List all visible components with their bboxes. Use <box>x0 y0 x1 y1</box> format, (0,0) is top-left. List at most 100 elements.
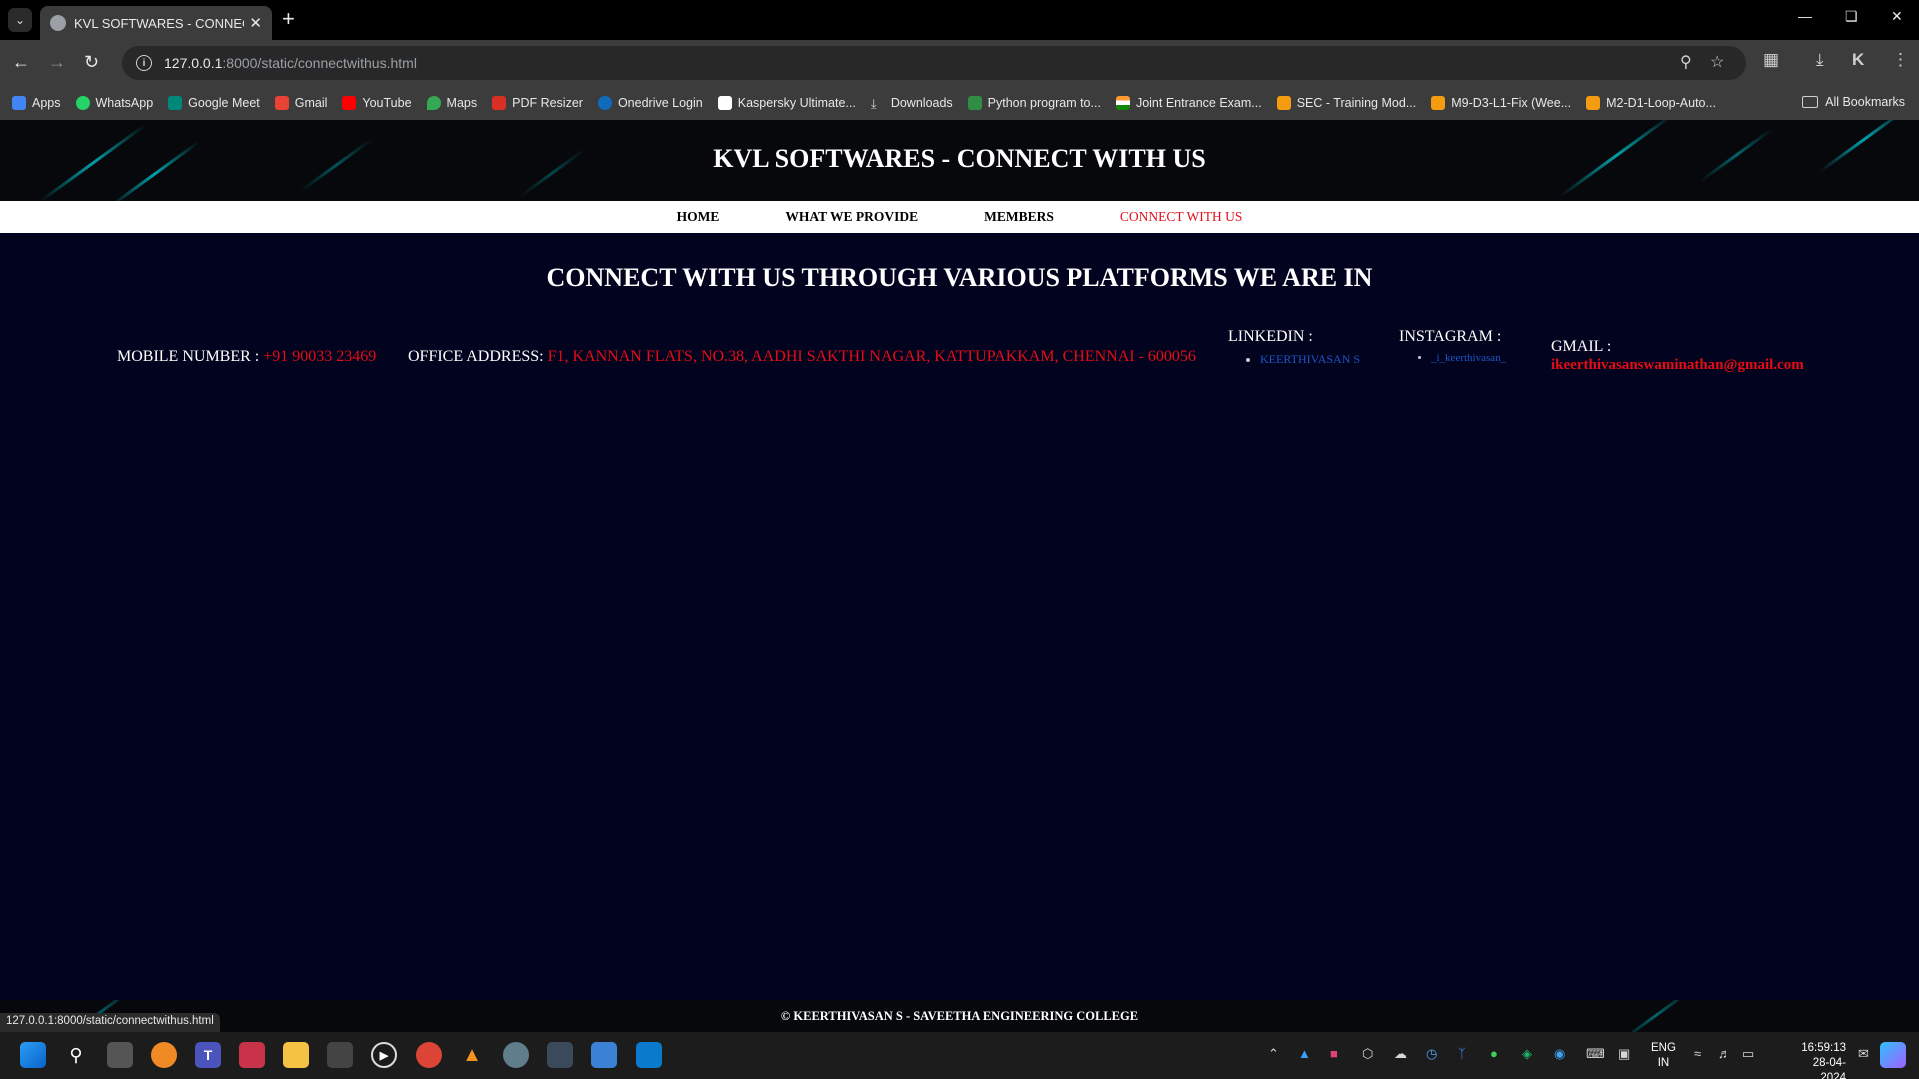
keyboard-icon[interactable]: ⌨ <box>1586 1046 1605 1062</box>
language-indicator[interactable]: ENG IN <box>1651 1041 1676 1071</box>
meet-icon <box>168 96 183 110</box>
profile-icon[interactable]: K <box>1852 50 1864 70</box>
bookmark-apps[interactable]: Apps <box>12 96 61 110</box>
bookmark-kaspersky[interactable]: Kaspersky Ultimate... <box>717 96 856 110</box>
bookmark-google-meet[interactable]: Google Meet <box>168 96 260 110</box>
gmail-icon <box>274 96 289 110</box>
display-icon[interactable]: ▣ <box>1618 1046 1630 1062</box>
minimize-icon[interactable]: — <box>1798 8 1812 24</box>
extensions-icon[interactable]: ▦ <box>1763 50 1779 70</box>
list-item: _i_keerthivasan_ <box>1431 352 1506 364</box>
bluetooth-icon[interactable]: ᛉ <box>1458 1046 1466 1061</box>
taskbar: ⚲ T ▶ ▲ ⌃ ▲ ■ ⬡ ☁ ◷ ᛉ ● ◈ ◉ ⌨ ▣ ENG IN ≈… <box>0 1032 1919 1079</box>
teams-icon[interactable]: T <box>195 1042 221 1068</box>
chrome-icon[interactable] <box>416 1042 442 1068</box>
bookmark-pdf-resizer[interactable]: PDF Resizer <box>492 96 583 110</box>
volume-icon[interactable]: ♬ <box>1718 1046 1731 1061</box>
bookmark-downloads[interactable]: ⤓ Downloads <box>870 96 953 111</box>
task-view-icon[interactable] <box>107 1042 133 1068</box>
bookmark-jee[interactable]: Joint Entrance Exam... <box>1115 96 1262 110</box>
settings-icon[interactable] <box>503 1042 529 1068</box>
search-icon[interactable]: ⚲ <box>63 1042 89 1068</box>
snipping-tool-icon[interactable] <box>239 1042 265 1068</box>
gmail-value[interactable]: ikeerthivasanswaminathan@gmail.com <box>1551 357 1804 374</box>
bookmark-star-icon[interactable]: ☆ <box>1710 52 1724 72</box>
bookmark-youtube[interactable]: YouTube <box>342 96 412 110</box>
region-code: IN <box>1657 1057 1670 1069</box>
bookmark-gmail[interactable]: Gmail <box>274 96 327 110</box>
list-item: KEERTHIVASAN S <box>1260 352 1360 367</box>
office-address: OFFICE ADDRESS: F1, KANNAN FLATS, NO.38,… <box>408 348 1196 366</box>
address-label: OFFICE ADDRESS: <box>408 348 548 365</box>
bookmark-sec-training[interactable]: SEC - Training Mod... <box>1276 96 1416 110</box>
tab-search-button[interactable]: ⌄ <box>8 8 32 32</box>
nav-members[interactable]: MEMBERS <box>984 209 1054 225</box>
menu-icon[interactable]: ⋮ <box>1892 50 1909 70</box>
vscode-icon[interactable] <box>636 1042 662 1068</box>
onedrive-icon[interactable]: ☁ <box>1394 1046 1407 1062</box>
copilot-icon[interactable] <box>1880 1042 1906 1068</box>
page-viewport: KVL SOFTWARES - CONNECT WITH US HOME WHA… <box>0 120 1919 1032</box>
bookmark-m2[interactable]: M2-D1-Loop-Auto... <box>1586 96 1716 110</box>
vlc-icon[interactable]: ▲ <box>459 1042 485 1068</box>
tray-app-icon[interactable]: ◉ <box>1554 1046 1565 1062</box>
shield-icon[interactable]: ◈ <box>1522 1046 1532 1062</box>
tab-strip: ⌄ KVL SOFTWARES - CONNECT WITH US ✕ + — … <box>0 0 1919 40</box>
instagram-list: _i_keerthivasan_ <box>1417 352 1506 364</box>
tab-title: KVL SOFTWARES - CONNECT WITH US <box>74 15 244 31</box>
kaspersky-icon <box>717 96 732 110</box>
battery-icon[interactable]: ▭ <box>1742 1046 1754 1062</box>
url-host: 127.0.0.1 <box>164 55 223 71</box>
close-window-icon[interactable]: ✕ <box>1891 8 1903 25</box>
app-icon[interactable] <box>547 1042 573 1068</box>
gmail-label: GMAIL : <box>1551 338 1612 355</box>
wifi-icon[interactable]: ≈ <box>1694 1046 1701 1061</box>
tray-app-icon[interactable]: ■ <box>1330 1046 1338 1061</box>
clock-app-icon[interactable]: ◷ <box>1426 1046 1437 1062</box>
site-info-icon[interactable]: i <box>136 55 152 71</box>
bookmark-m9[interactable]: M9-D3-L1-Fix (Wee... <box>1431 96 1571 110</box>
india-flag-icon <box>1115 96 1130 110</box>
url-path: :8000/static/connectwithus.html <box>222 55 417 71</box>
footer-copyright: © KEERTHIVASAN S - SAVEETHA ENGINEERING … <box>780 1009 1139 1023</box>
tray-app-icon[interactable]: ● <box>1490 1046 1498 1061</box>
address-bar[interactable]: i 127.0.0.1 :8000/static/connectwithus.h… <box>122 46 1746 80</box>
restore-icon[interactable]: ❏ <box>1845 8 1858 25</box>
instagram-link[interactable]: _i_keerthivasan_ <box>1431 352 1506 364</box>
bookmark-maps[interactable]: Maps <box>426 96 477 110</box>
nav-connect-with-us[interactable]: CONNECT WITH US <box>1120 209 1243 225</box>
nav-home[interactable]: HOME <box>677 209 720 225</box>
copilot-icon[interactable] <box>151 1042 177 1068</box>
notepad-icon[interactable] <box>591 1042 617 1068</box>
linkedin-link[interactable]: KEERTHIVASAN S <box>1260 352 1360 366</box>
site-title: KVL SOFTWARES - CONNECT WITH US <box>713 144 1206 173</box>
reload-icon[interactable]: ↻ <box>84 51 99 73</box>
file-explorer-icon[interactable] <box>283 1042 309 1068</box>
all-bookmarks-button[interactable]: All Bookmarks <box>1802 95 1905 109</box>
apps-icon <box>12 96 26 110</box>
active-tab[interactable]: KVL SOFTWARES - CONNECT WITH US ✕ <box>40 6 272 40</box>
mobile-value: +91 90033 23469 <box>263 348 377 365</box>
windows-start-icon[interactable] <box>20 1042 46 1068</box>
site-footer: © KEERTHIVASAN S - SAVEETHA ENGINEERING … <box>0 1000 1919 1032</box>
nav-what-we-provide[interactable]: WHAT WE PROVIDE <box>785 209 918 225</box>
new-tab-button[interactable]: + <box>282 8 295 30</box>
media-player-icon[interactable]: ▶ <box>371 1042 397 1068</box>
show-hidden-icons[interactable]: ⌃ <box>1268 1046 1279 1062</box>
download-icon: ⤓ <box>870 96 877 111</box>
bookmark-whatsapp[interactable]: WhatsApp <box>75 96 153 110</box>
site-header: KVL SOFTWARES - CONNECT WITH US <box>0 120 1919 201</box>
back-icon[interactable]: ← <box>12 51 30 73</box>
forward-icon[interactable]: → <box>48 51 66 73</box>
notification-icon[interactable]: ✉ <box>1858 1046 1869 1062</box>
close-tab-icon[interactable]: ✕ <box>249 14 262 32</box>
store-icon[interactable] <box>327 1042 353 1068</box>
tray-app-icon[interactable]: ⬡ <box>1362 1046 1373 1062</box>
system-clock[interactable]: 16:59:13 28-04-2024 <box>1790 1041 1846 1079</box>
pdf-icon <box>492 96 507 110</box>
zoom-icon[interactable]: ⚲ <box>1680 52 1692 72</box>
tray-app-icon[interactable]: ▲ <box>1298 1046 1311 1061</box>
bookmark-onedrive[interactable]: Onedrive Login <box>597 96 703 110</box>
bookmark-python[interactable]: Python program to... <box>967 96 1101 110</box>
download-icon[interactable]: ⤓ <box>1816 50 1824 70</box>
